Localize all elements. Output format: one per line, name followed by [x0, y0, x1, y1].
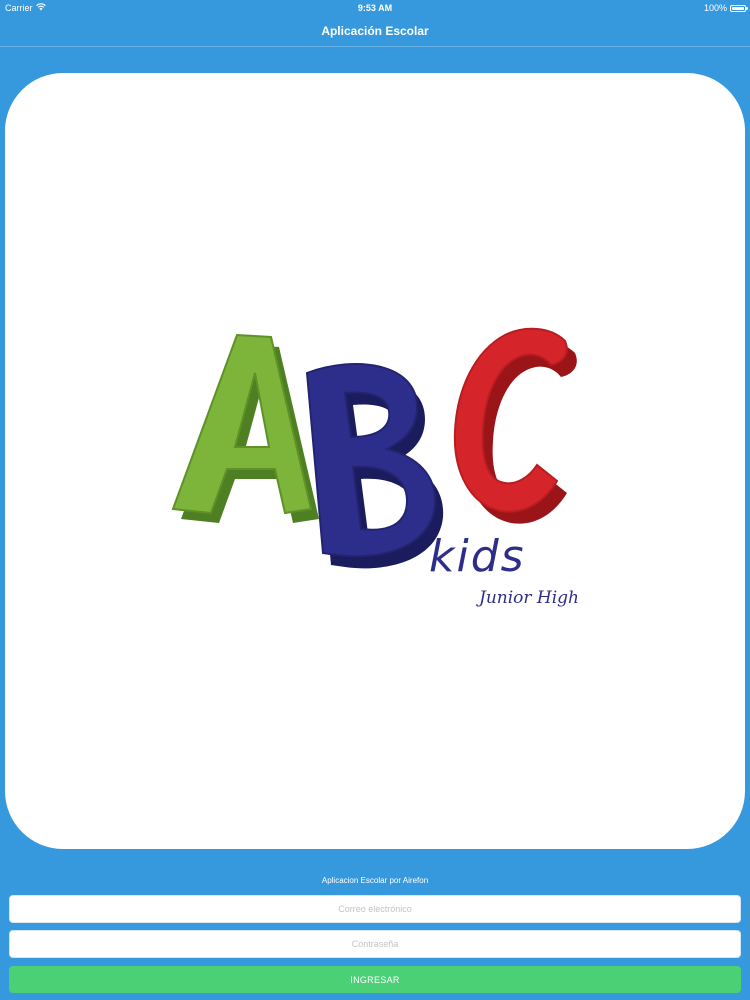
status-bar: Carrier 9:53 AM 100% [0, 0, 750, 16]
page-title: Aplicación Escolar [0, 16, 750, 47]
app-credit: Aplicacion Escolar por Airefon [321, 876, 429, 885]
email-field[interactable] [9, 895, 741, 923]
school-logo: kids Junior High [171, 327, 579, 608]
logo-letter-c [453, 327, 577, 524]
status-time: 9:53 AM [357, 3, 393, 13]
battery-group: 100% [703, 3, 748, 13]
battery-icon [730, 4, 748, 12]
password-field[interactable] [9, 930, 741, 958]
login-button[interactable]: INGRESAR [9, 966, 741, 993]
logo-letter-a [171, 333, 319, 523]
battery-percent: 100% [703, 3, 727, 13]
logo-letter-b [305, 363, 444, 569]
logo-tagline: Junior High [476, 588, 579, 608]
battery-fill [732, 6, 744, 10]
logo-word: kids [429, 531, 526, 582]
logo-card: kids Junior High [5, 73, 745, 849]
